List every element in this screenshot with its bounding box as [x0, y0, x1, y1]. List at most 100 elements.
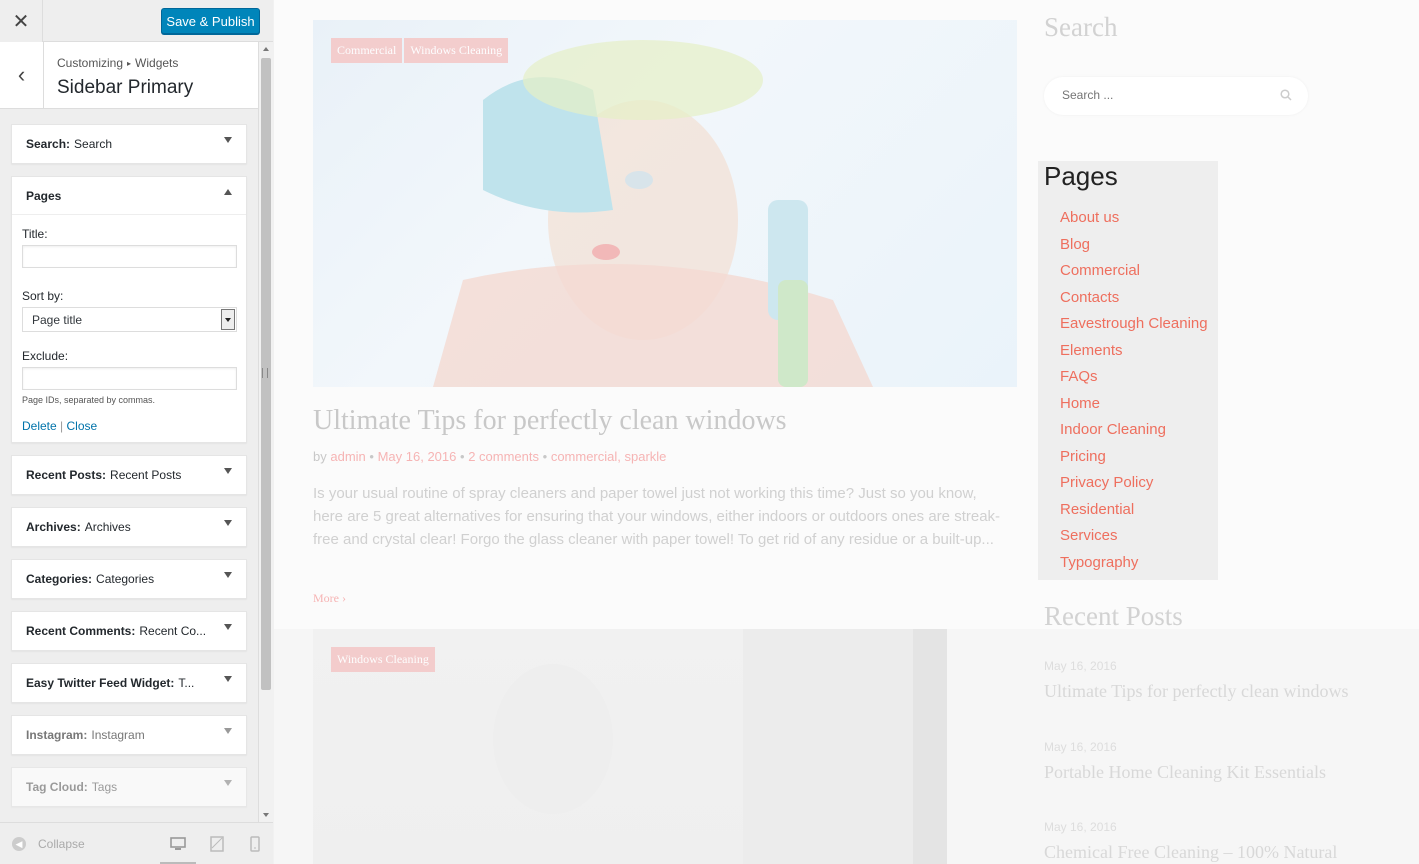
exclude-input[interactable]	[22, 367, 237, 390]
post-tag[interactable]: Commercial	[331, 38, 403, 63]
widget-header[interactable]: Archives: Archives	[12, 508, 246, 546]
back-arrow-icon[interactable]: ‹	[0, 42, 44, 108]
recent-post-link[interactable]: Chemical Free Cleaning – 100% Natural	[1044, 842, 1337, 863]
page-link[interactable]: Elements	[1060, 340, 1208, 367]
widget-actions: Delete | Close	[22, 419, 237, 433]
collapse-button[interactable]: ◀ Collapse	[12, 837, 85, 851]
search-input[interactable]	[1062, 88, 1252, 102]
post-title[interactable]: Ultimate Tips for perfectly clean window…	[313, 405, 787, 437]
widget-instagram[interactable]: Instagram: Instagram	[11, 715, 247, 755]
section-header: ‹ Customizing ▸ Widgets Sidebar Primary	[0, 42, 258, 109]
widget-type: Search	[26, 137, 67, 151]
close-link[interactable]: Close	[67, 419, 98, 433]
post-tag[interactable]: Windows Cleaning	[404, 38, 509, 63]
mobile-preview-icon[interactable]	[246, 835, 264, 853]
select-dropdown-icon[interactable]	[221, 309, 235, 330]
expand-arrow-icon[interactable]	[224, 624, 232, 630]
pages-widget-form: Title: Sort by: Page title Exclude: Page…	[22, 227, 237, 433]
widget-tag-cloud[interactable]: Tag Cloud: Tags	[11, 767, 247, 807]
widget-header[interactable]: Recent Posts: Recent Posts	[12, 456, 246, 494]
page-link[interactable]: Contacts	[1060, 287, 1208, 314]
save-publish-button[interactable]: Save & Publish	[161, 8, 260, 34]
meta-by: by	[313, 449, 327, 464]
widget-categories[interactable]: Categories: Categories	[11, 559, 247, 599]
collapse-arrow-icon[interactable]	[224, 189, 232, 195]
post-featured-image[interactable]: Windows Cleaning	[313, 629, 947, 864]
widget-colon: :	[76, 520, 81, 534]
widget-type: Pages	[26, 188, 62, 203]
recent-post-date: May 16, 2016	[1044, 659, 1117, 673]
widget-twitter-feed[interactable]: Easy Twitter Feed Widget: T...	[11, 663, 247, 703]
widget-type: Recent Posts	[26, 468, 103, 482]
expand-arrow-icon[interactable]	[224, 780, 232, 786]
widget-pages[interactable]: Pages Title: Sort by: Page title Exclude…	[11, 176, 247, 443]
breadcrumb-separator-icon: ▸	[127, 59, 132, 68]
title-input[interactable]	[22, 245, 237, 268]
desktop-preview-icon[interactable]	[160, 835, 196, 864]
widget-header[interactable]: Tag Cloud: Tags	[12, 768, 246, 806]
expand-arrow-icon[interactable]	[224, 676, 232, 682]
recent-post-item: May 16, 2016 Portable Home Cleaning Kit …	[1044, 740, 1326, 783]
resize-grip-icon[interactable]	[262, 368, 268, 378]
widget-header[interactable]: Recent Comments: Recent Co...	[12, 612, 246, 650]
page-link[interactable]: Indoor Cleaning	[1060, 419, 1208, 446]
expand-arrow-icon[interactable]	[224, 728, 232, 734]
scroll-down-icon[interactable]	[263, 813, 269, 817]
widget-type: Tag Cloud	[26, 780, 84, 794]
widget-colon: :	[131, 624, 136, 638]
tablet-preview-icon[interactable]	[208, 835, 226, 853]
page-link[interactable]: Blog	[1060, 234, 1208, 261]
page-link[interactable]: Commercial	[1060, 260, 1208, 287]
post-featured-image[interactable]: Commercial Windows Cleaning	[313, 20, 1017, 387]
page-link[interactable]: Typography	[1060, 552, 1208, 579]
meta-bullet-icon: •	[460, 449, 465, 464]
widget-type: Instagram	[26, 728, 84, 742]
recent-post-link[interactable]: Portable Home Cleaning Kit Essentials	[1044, 762, 1326, 783]
widget-header[interactable]: Pages	[12, 177, 246, 215]
post-tag[interactable]: Windows Cleaning	[331, 647, 435, 672]
page-link[interactable]: Residential	[1060, 499, 1208, 526]
post-tags: Commercial Windows Cleaning	[331, 38, 509, 63]
customizer-footer: ◀ Collapse	[0, 822, 273, 864]
widget-search[interactable]: Search: Search	[11, 124, 247, 164]
widget-header[interactable]: Search: Search	[12, 125, 246, 163]
site-preview: Commercial Windows Cleaning Ultimate Tip…	[274, 0, 1419, 864]
expand-arrow-icon[interactable]	[224, 520, 232, 526]
close-icon[interactable]: ✕	[0, 0, 43, 42]
expand-arrow-icon[interactable]	[224, 572, 232, 578]
widget-colon: :	[88, 572, 93, 586]
widget-colon: :	[170, 676, 175, 690]
search-icon[interactable]	[1280, 89, 1292, 101]
widget-header[interactable]: Categories: Categories	[12, 560, 246, 598]
widget-recent-comments[interactable]: Recent Comments: Recent Co...	[11, 611, 247, 651]
page-link[interactable]: About us	[1060, 207, 1208, 234]
expand-arrow-icon[interactable]	[224, 137, 232, 143]
widget-header[interactable]: Instagram: Instagram	[12, 716, 246, 754]
page-link[interactable]: FAQs	[1060, 366, 1208, 393]
widget-header[interactable]: Easy Twitter Feed Widget: T...	[12, 664, 246, 702]
meta-categories[interactable]: commercial, sparkle	[551, 449, 667, 464]
delete-link[interactable]: Delete	[22, 419, 57, 433]
meta-date[interactable]: May 16, 2016	[378, 449, 457, 464]
recent-post-date: May 16, 2016	[1044, 820, 1117, 834]
chevron-right-icon: ›	[342, 591, 346, 605]
page-link[interactable]: Pricing	[1060, 446, 1208, 473]
read-more-link[interactable]: More ›	[313, 591, 346, 606]
widget-recent-posts[interactable]: Recent Posts: Recent Posts	[11, 455, 247, 495]
widget-archives[interactable]: Archives: Archives	[11, 507, 247, 547]
page-link[interactable]: Eavestrough Cleaning	[1060, 313, 1208, 340]
expand-arrow-icon[interactable]	[224, 468, 232, 474]
title-label: Title:	[22, 227, 48, 241]
meta-comments[interactable]: 2 comments	[468, 449, 539, 464]
panel-scrollbar[interactable]	[258, 42, 273, 822]
page-link[interactable]: Services	[1060, 525, 1208, 552]
page-link[interactable]: Privacy Policy	[1060, 472, 1208, 499]
widget-title: Instagram	[91, 728, 145, 742]
scroll-up-icon[interactable]	[263, 47, 269, 51]
recent-post-link[interactable]: Ultimate Tips for perfectly clean window…	[1044, 681, 1348, 702]
widget-type: Recent Comments	[26, 624, 132, 638]
sort-by-select[interactable]: Page title	[22, 307, 237, 332]
meta-author[interactable]: admin	[330, 449, 365, 464]
search-box[interactable]	[1044, 77, 1308, 115]
page-link[interactable]: Home	[1060, 393, 1208, 420]
